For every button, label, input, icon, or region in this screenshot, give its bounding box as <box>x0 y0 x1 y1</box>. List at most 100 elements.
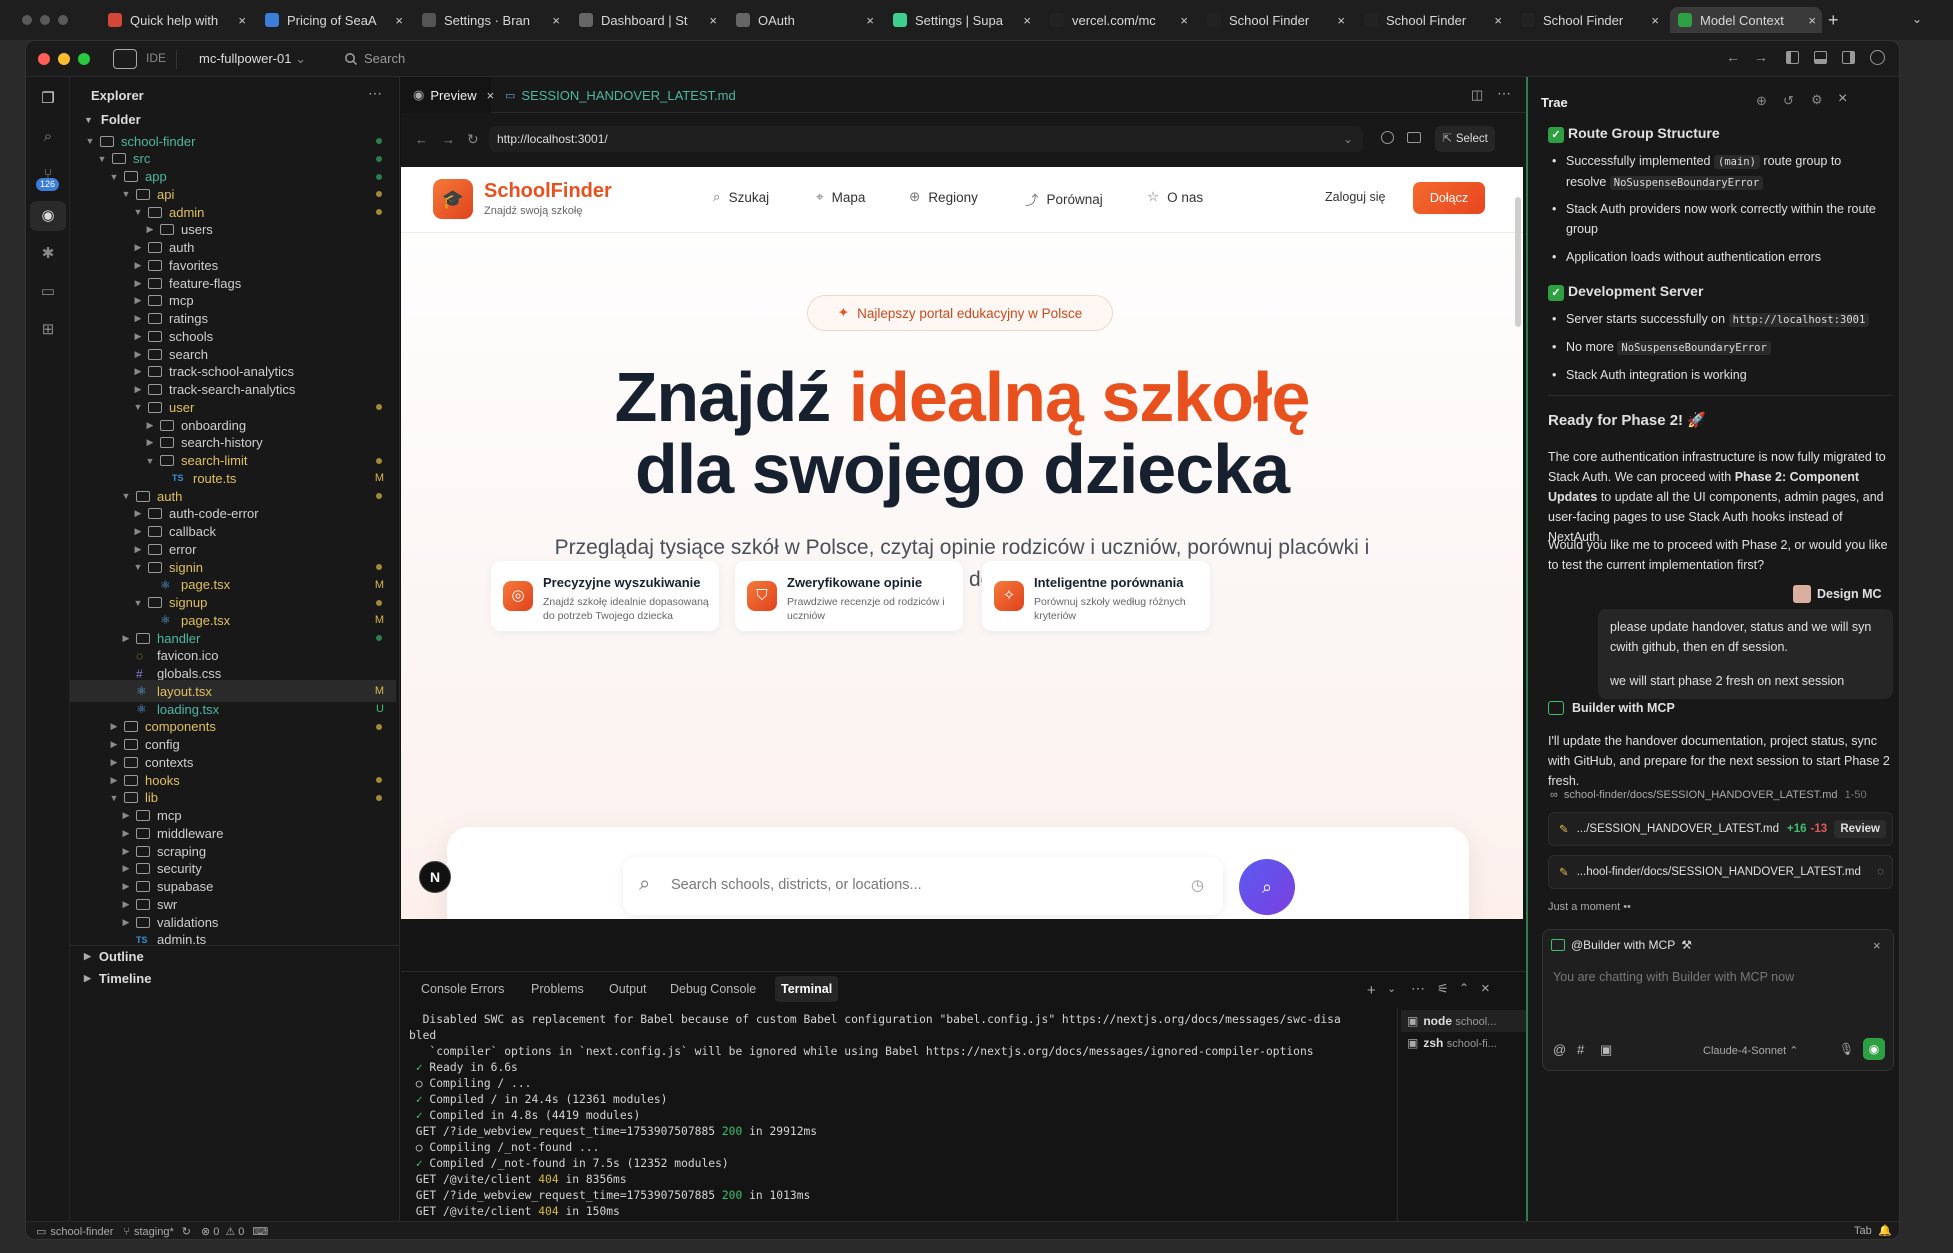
browser-tab[interactable]: Model Context × <box>1670 7 1822 33</box>
maximize-light[interactable] <box>78 53 90 65</box>
toggle-chat-icon[interactable] <box>1842 51 1855 64</box>
close-panel-icon[interactable]: × <box>1481 980 1490 997</box>
terminal-session[interactable]: ▣ node school... <box>1401 1010 1526 1032</box>
close-icon[interactable]: × <box>1023 13 1031 28</box>
device-toggle-icon[interactable] <box>1407 132 1421 143</box>
clock-icon[interactable]: ◷ <box>1191 876 1204 894</box>
terminal-output[interactable]: Disabled SWC as replacement for Babel be… <box>409 1012 1394 1217</box>
back-arrow-icon[interactable]: ← <box>1726 49 1740 65</box>
back-arrow-icon[interactable]: ← <box>415 132 428 147</box>
panel-tab[interactable]: Terminal <box>775 976 839 1002</box>
join-button[interactable]: Dołącz <box>1413 182 1485 214</box>
forward-arrow-icon[interactable]: → <box>1754 49 1768 65</box>
close-icon[interactable]: × <box>1838 90 1847 108</box>
tab-preview[interactable]: ◉ Preview × <box>401 77 494 113</box>
mention-at-icon[interactable]: @ <box>1553 1042 1566 1057</box>
panel-tab[interactable]: Output <box>603 976 653 1002</box>
nav-search[interactable]: ⌕ Szukaj <box>713 189 769 205</box>
explorer-icon[interactable]: ❐ <box>38 89 58 109</box>
close-icon[interactable]: × <box>1808 13 1816 28</box>
review-button[interactable]: Review <box>1834 820 1886 838</box>
panel-tab[interactable]: Problems <box>525 976 590 1002</box>
account-icon[interactable] <box>1870 50 1885 65</box>
browser-tab[interactable]: OAuth × <box>728 7 880 33</box>
preview-eye-icon[interactable]: ◉ <box>38 206 58 226</box>
search-input[interactable]: Search <box>364 51 405 66</box>
image-icon[interactable]: ▣ <box>1600 1042 1612 1058</box>
site-brand[interactable]: SchoolFinder <box>484 180 612 203</box>
toggle-sidebar-icon[interactable] <box>1786 51 1799 64</box>
browser-tab[interactable]: Dashboard | St × <box>571 7 723 33</box>
tree-file[interactable]: TS admin.ts <box>70 929 396 951</box>
browser-tab[interactable]: Settings | Supa × <box>885 7 1037 33</box>
nav-about[interactable]: ☆ O nas <box>1147 189 1203 205</box>
status-repo[interactable]: school-finder <box>50 1226 113 1238</box>
project-switcher[interactable]: mc-fullpower-01 ⌄ <box>199 51 306 67</box>
maximize-panel-icon[interactable]: ⌃ <box>1459 981 1469 995</box>
select-element-button[interactable]: ⇱ Select <box>1435 126 1495 152</box>
timeline-section-header[interactable]: ▶ Timeline <box>84 971 151 986</box>
chat-input[interactable]: You are chatting with Builder with MCP n… <box>1553 970 1794 984</box>
forward-arrow-icon[interactable]: → <box>442 132 455 147</box>
school-search-input[interactable]: ⌕ Search schools, districts, or location… <box>623 857 1223 915</box>
close-icon[interactable]: × <box>709 13 717 28</box>
window-minimize-light[interactable] <box>40 15 50 25</box>
file-edit-card[interactable]: ✎ .../SESSION_HANDOVER_LATEST.md +16 -13 Rev… <box>1548 812 1893 846</box>
browser-tab[interactable]: Quick help with × <box>100 7 252 33</box>
debug-icon[interactable]: ✱ <box>38 244 58 264</box>
model-selector[interactable]: Claude-4-Sonnet ⌃ <box>1703 1044 1798 1057</box>
status-branch[interactable]: staging* <box>134 1226 174 1238</box>
tab-session-handover[interactable]: ▭ SESSION_HANDOVER_LATEST.md <box>493 77 736 113</box>
status-tab[interactable]: Tab <box>1854 1225 1872 1237</box>
remote-explorer-icon[interactable]: ▭ <box>38 282 58 302</box>
browser-tab[interactable]: vercel.com/mc × <box>1042 7 1194 33</box>
hash-icon[interactable]: # <box>1577 1042 1584 1057</box>
browser-tab[interactable]: School Finder × <box>1356 7 1508 33</box>
reload-icon[interactable]: ↻ <box>467 131 479 148</box>
search-view-icon[interactable]: ⌕ <box>38 127 58 147</box>
settings-sliders-icon[interactable]: ⚟ <box>1437 981 1449 997</box>
inspect-icon[interactable] <box>1381 131 1394 144</box>
close-icon[interactable]: × <box>1651 13 1659 28</box>
browser-tab[interactable]: Settings · Bran × <box>414 7 566 33</box>
outline-section-header[interactable]: ▶ Outline <box>84 949 144 964</box>
microphone-icon[interactable]: 🎙 <box>1839 1042 1854 1056</box>
split-editor-icon[interactable]: ◫ <box>1471 87 1483 103</box>
close-icon[interactable]: × <box>1873 938 1881 953</box>
close-icon[interactable]: × <box>552 13 560 28</box>
agent-mention-chip[interactable]: @Builder with MCP ⚒ <box>1551 938 1692 952</box>
status-warnings[interactable]: 0 <box>238 1226 244 1238</box>
graduation-cap-icon[interactable]: 🎓 <box>433 179 473 219</box>
browser-tab[interactable]: School Finder × <box>1199 7 1351 33</box>
status-errors[interactable]: 0 <box>213 1226 219 1238</box>
browser-tab[interactable]: Pricing of SeaA × <box>257 7 409 33</box>
close-icon[interactable]: × <box>1494 13 1502 28</box>
sync-icon[interactable]: ↻ <box>182 1225 191 1238</box>
nav-regions[interactable]: ⊕ Regiony <box>909 189 978 205</box>
nav-map[interactable]: ⌖ Mapa <box>816 189 865 205</box>
url-input[interactable]: http://localhost:3001/ ⌄ <box>489 126 1363 152</box>
close-icon[interactable]: × <box>395 13 403 28</box>
close-light[interactable] <box>38 53 50 65</box>
close-icon[interactable]: × <box>1180 13 1188 28</box>
file-edit-card[interactable]: ✎ ...hool-finder/docs/SESSION_HANDOVER_LA… <box>1548 855 1893 889</box>
toggle-panel-icon[interactable] <box>1814 51 1827 64</box>
extensions-icon[interactable]: ⊞ <box>38 320 58 340</box>
window-close-light[interactable] <box>22 15 32 25</box>
tab-menu-chevron-icon[interactable]: ⌄ <box>1912 12 1922 26</box>
preview-scrollbar[interactable] <box>1515 197 1521 327</box>
more-actions-icon[interactable]: ⋯ <box>1411 980 1425 997</box>
gear-icon[interactable]: ⚙ <box>1811 92 1823 108</box>
browser-tab[interactable]: School Finder × <box>1513 7 1665 33</box>
close-icon[interactable]: × <box>866 13 874 28</box>
terminal-session[interactable]: ▣ zsh school-fi... <box>1401 1032 1526 1054</box>
login-link[interactable]: Zaloguj się <box>1325 190 1385 204</box>
new-tab-button[interactable]: + <box>1828 10 1839 31</box>
search-submit-button[interactable]: ⌕ <box>1239 859 1295 915</box>
panel-tab[interactable]: Console Errors <box>415 976 510 1002</box>
more-actions-icon[interactable]: ⋯ <box>1497 85 1511 102</box>
file-read-reference[interactable]: ∞ school-finder/docs/SESSION_HANDOVER_LAT… <box>1550 789 1867 801</box>
new-terminal-icon[interactable]: + <box>1367 982 1376 999</box>
chevron-down-icon[interactable]: ⌄ <box>1387 982 1396 995</box>
history-icon[interactable]: ↺ <box>1783 93 1794 109</box>
